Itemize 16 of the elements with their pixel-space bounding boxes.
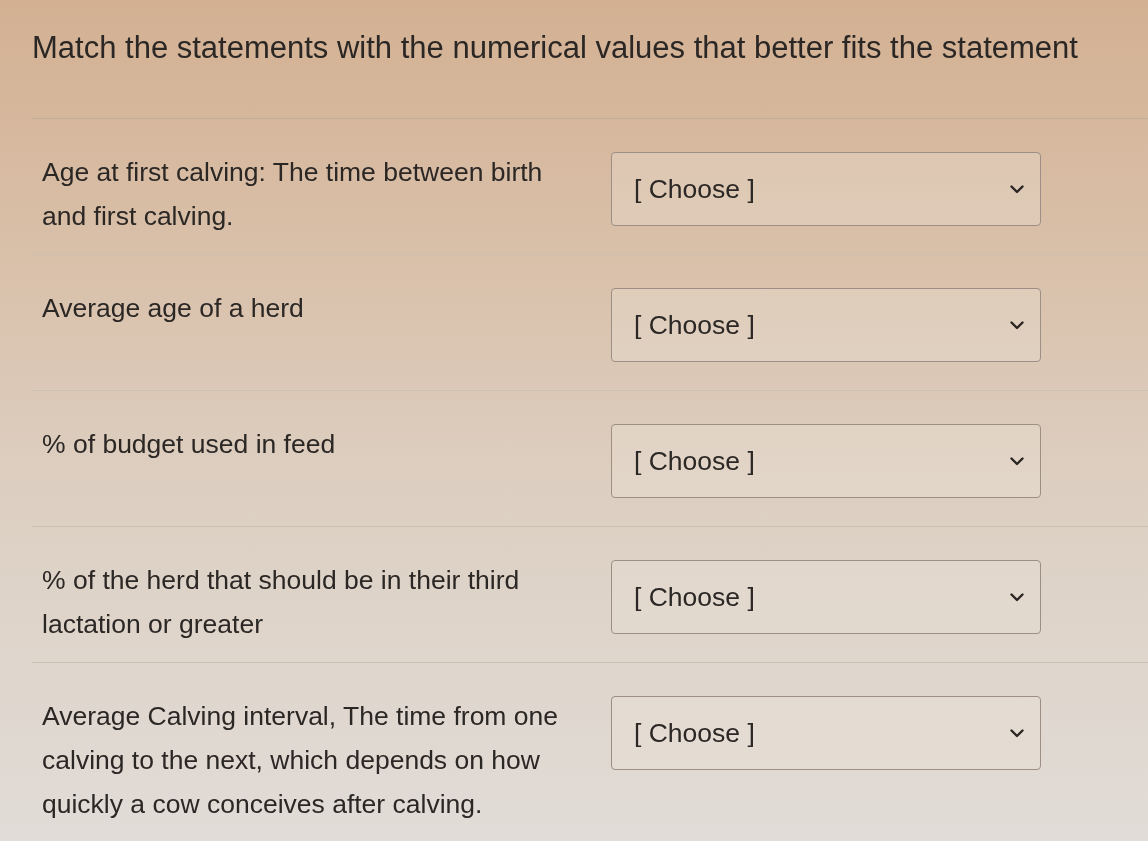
chevron-down-icon: [1010, 728, 1024, 738]
chevron-down-icon: [1010, 592, 1024, 602]
statement-text: Average age of a herd: [42, 292, 305, 325]
question-title: Match the statements with the numerical values that better fits the statement: [32, 29, 1078, 67]
statement-text: % of the herd that should be in their third lactation or greater: [42, 564, 521, 641]
statement-text: Average Calving interval, The time from one calving to the next, which depends on how quickly a cow conceives after calving.: [42, 700, 560, 821]
answer-dropdown[interactable]: [ Choose ]: [611, 560, 1041, 634]
chevron-down-icon: [1010, 456, 1024, 466]
statement-text: % of budget used in feed: [42, 428, 337, 461]
answer-dropdown[interactable]: [ Choose ]: [611, 152, 1041, 226]
answer-dropdown[interactable]: [ Choose ]: [611, 288, 1041, 362]
statement-text: Age at first calving: The time between birth and first calving.: [42, 156, 544, 233]
answer-dropdown[interactable]: [ Choose ]: [611, 696, 1041, 770]
chevron-down-icon: [1010, 184, 1024, 194]
chevron-down-icon: [1010, 320, 1024, 330]
answer-dropdown[interactable]: [ Choose ]: [611, 424, 1041, 498]
